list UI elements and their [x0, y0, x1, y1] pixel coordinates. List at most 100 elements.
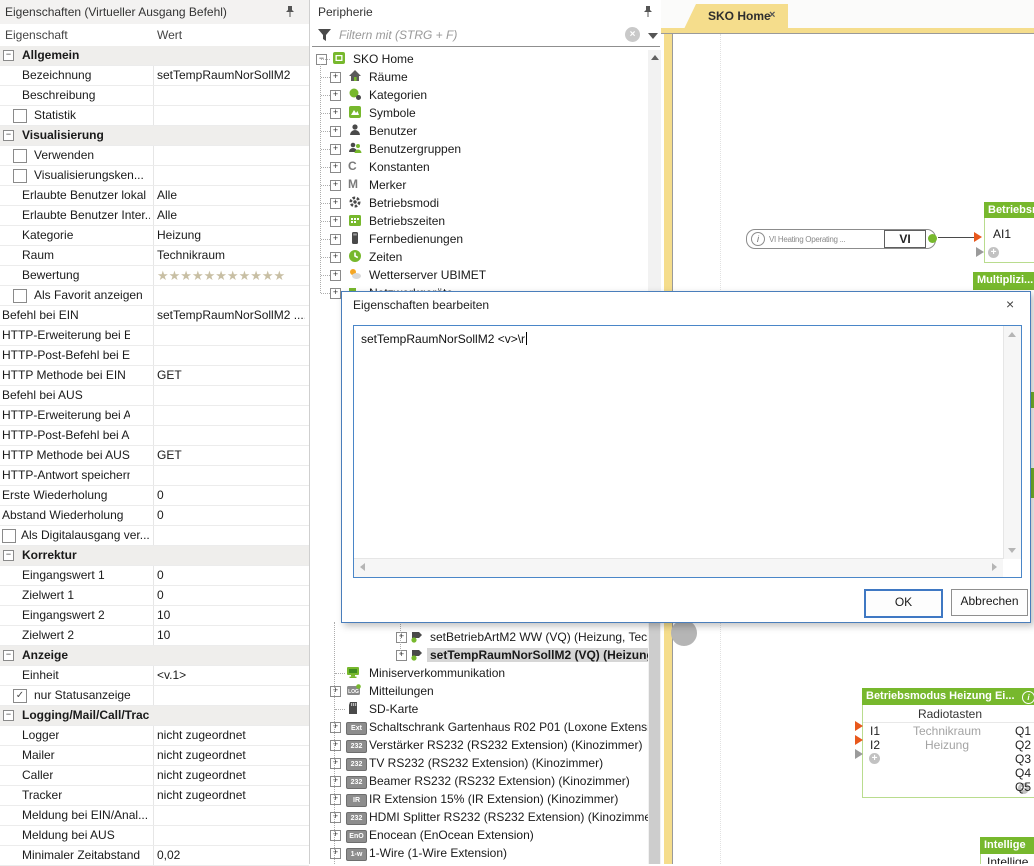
- rating-stars[interactable]: ★★★★★★★★★★★: [157, 268, 285, 284]
- virtual-input-capsule[interactable]: i VI Heating Operating ... VI: [746, 229, 937, 249]
- property-row[interactable]: Erste Wiederholung 0: [0, 486, 309, 506]
- input-arrow-icon[interactable]: [855, 735, 863, 745]
- property-row[interactable]: HTTP-Erweiterung bei EIN: [0, 326, 309, 346]
- tree-expander-icon[interactable]: +: [330, 90, 341, 101]
- property-row[interactable]: HTTP Methode bei EIN GET: [0, 366, 309, 386]
- tree-item-label[interactable]: TV RS232 (RS232 Extension) (Kinozimmer): [369, 756, 603, 770]
- block-input-label[interactable]: AI1: [993, 227, 1011, 241]
- tree-item[interactable]: + Symbole: [312, 104, 648, 122]
- tree-item-label[interactable]: Merker: [369, 178, 406, 192]
- property-row[interactable]: Meldung bei EIN/Anal...: [0, 806, 309, 826]
- tree-item[interactable]: + Benutzergruppen: [312, 140, 648, 158]
- tree-item-label[interactable]: Mitteilungen: [369, 684, 434, 698]
- property-row[interactable]: Als Digitalausgang ver...: [0, 526, 309, 546]
- tree-item[interactable]: + Wetterserver UBIMET: [312, 266, 648, 284]
- tree-item-label[interactable]: Schaltschrank Gartenhaus R02 P01 (Loxone…: [369, 720, 648, 734]
- tree-expander-icon[interactable]: +: [330, 108, 341, 119]
- tree-item[interactable]: + Betriebsmodi: [312, 194, 648, 212]
- tree-expander-icon[interactable]: +: [396, 650, 407, 661]
- input-arrow-icon[interactable]: [974, 232, 982, 242]
- tree-item[interactable]: − SKO Home: [312, 50, 648, 68]
- tree-expander-icon[interactable]: +: [330, 812, 341, 823]
- collapse-icon[interactable]: −: [3, 650, 14, 661]
- tab-close-icon[interactable]: ×: [769, 9, 775, 21]
- add-input-icon[interactable]: +: [869, 753, 880, 764]
- tree-item-label[interactable]: Benutzergruppen: [369, 142, 461, 156]
- scrollbar-thumb[interactable]: [649, 596, 660, 864]
- property-row[interactable]: ✓ nur Statusanzeige: [0, 686, 309, 706]
- filter-input[interactable]: Filtern mit (STRG + F): [339, 28, 457, 42]
- tree-item-label[interactable]: Räume: [369, 70, 408, 84]
- property-row[interactable]: Einheit <v.1>: [0, 666, 309, 686]
- scroll-down-icon[interactable]: [1008, 548, 1016, 553]
- scroll-right-icon[interactable]: [992, 563, 997, 571]
- add-input-icon[interactable]: +: [988, 247, 999, 258]
- property-row[interactable]: Bewertung ★★★★★★★★★★★: [0, 266, 309, 286]
- input-arrow-icon[interactable]: [976, 247, 984, 257]
- property-row[interactable]: Erlaubte Benutzer Inter... Alle: [0, 206, 309, 226]
- tree-item-label[interactable]: Enocean (EnOcean Extension): [369, 828, 534, 842]
- scroll-left-icon[interactable]: [360, 563, 365, 571]
- tree-item-label[interactable]: setBetriebArtM2 WW (VQ) (Heizung, Techni…: [430, 630, 648, 644]
- tree-item-label[interactable]: Wetterserver UBIMET: [369, 268, 486, 282]
- tree-item[interactable]: + Benutzer: [312, 122, 648, 140]
- textarea-vscrollbar[interactable]: [1003, 326, 1021, 559]
- property-row[interactable]: Tracker nicht zugeordnet: [0, 786, 309, 806]
- collapse-icon[interactable]: −: [3, 710, 14, 721]
- tree-item[interactable]: +232 TV RS232 (RS232 Extension) (Kinozimm…: [312, 754, 648, 772]
- tree-expander-icon[interactable]: +: [330, 722, 341, 733]
- command-textarea[interactable]: setTempRaumNorSollM2 <v>\r: [353, 325, 1022, 578]
- property-row[interactable]: Als Favorit anzeigen: [0, 286, 309, 306]
- property-row[interactable]: Zielwert 2 10: [0, 626, 309, 646]
- tree-item-label[interactable]: Zeiten: [369, 250, 402, 264]
- input-arrow-icon[interactable]: [855, 749, 863, 759]
- dialog-close-icon[interactable]: ×: [1006, 296, 1014, 312]
- tree-expander-icon[interactable]: +: [330, 72, 341, 83]
- tree-expander-icon[interactable]: +: [330, 740, 341, 751]
- property-row[interactable]: Statistik: [0, 106, 309, 126]
- tree-item[interactable]: + Fernbedienungen: [312, 230, 648, 248]
- tree-expander-icon[interactable]: +: [330, 686, 341, 697]
- tree-item-label[interactable]: Betriebsmodi: [369, 196, 439, 210]
- property-row[interactable]: HTTP-Erweiterung bei AUS: [0, 406, 309, 426]
- property-section-row[interactable]: − Visualisierung: [0, 126, 309, 146]
- property-row[interactable]: Visualisierungsken...: [0, 166, 309, 186]
- block-output-label[interactable]: Q3: [1015, 752, 1031, 766]
- checkbox[interactable]: [13, 109, 27, 123]
- output-node-icon[interactable]: [928, 234, 937, 243]
- property-row[interactable]: Befehl bei AUS: [0, 386, 309, 406]
- tree-item-label[interactable]: setTempRaumNorSollM2 (VQ) (Heizung, Tech…: [427, 648, 648, 662]
- pin-icon[interactable]: [642, 5, 654, 18]
- tree-item[interactable]: +232 HDMI Splitter RS232 (RS232 Extension…: [312, 808, 648, 826]
- tree-expander-icon[interactable]: +: [396, 632, 407, 643]
- tree-item[interactable]: Miniserverkommunikation: [312, 664, 648, 682]
- property-row[interactable]: Eingangswert 1 0: [0, 566, 309, 586]
- capsule-port[interactable]: VI: [884, 230, 926, 248]
- tree-item-label[interactable]: Beamer RS232 (RS232 Extension) (Kinozimm…: [369, 774, 630, 788]
- tree-item-label[interactable]: Verstärker RS232 (RS232 Extension) (Kino…: [369, 738, 642, 752]
- tree-expander-icon[interactable]: +: [330, 144, 341, 155]
- tree-item-label[interactable]: Betriebszeiten: [369, 214, 445, 228]
- checkbox[interactable]: [13, 289, 27, 303]
- tree-item-label[interactable]: Konstanten: [369, 160, 430, 174]
- tree-item[interactable]: + Betriebszeiten: [312, 212, 648, 230]
- property-section-row[interactable]: − Allgemein: [0, 46, 309, 66]
- tree-item-label[interactable]: Fernbedienungen: [369, 232, 463, 246]
- textarea-hscrollbar[interactable]: [354, 558, 1003, 577]
- tree-expander-icon[interactable]: +: [330, 198, 341, 209]
- property-section-row[interactable]: − Logging/Mail/Call/Track: [0, 706, 309, 726]
- tree-item[interactable]: + C Konstanten: [312, 158, 648, 176]
- tree-item[interactable]: + setBetriebArtM2 WW (VQ) (Heizung, Techn…: [312, 628, 648, 646]
- tree-expander-icon[interactable]: +: [330, 180, 341, 191]
- property-row[interactable]: Eingangswert 2 10: [0, 606, 309, 626]
- tree-item[interactable]: + Zeiten: [312, 248, 648, 266]
- block-output-label[interactable]: Q5: [1015, 780, 1031, 794]
- tree-item[interactable]: + EnO Enocean (EnOcean Extension): [312, 826, 648, 844]
- block-modes-header[interactable]: Betriebsmodus Heizung Ei... i: [862, 688, 1034, 705]
- tree-item[interactable]: + Kategorien: [312, 86, 648, 104]
- tree-expander-icon[interactable]: +: [330, 234, 341, 245]
- filter-bar[interactable]: Filtern mit (STRG + F) ×: [312, 24, 660, 47]
- scroll-up-icon[interactable]: [651, 55, 659, 60]
- tree-item[interactable]: + setTempRaumNorSollM2 (VQ) (Heizung, Tec…: [312, 646, 648, 664]
- tree-item-label[interactable]: SKO Home: [353, 52, 414, 66]
